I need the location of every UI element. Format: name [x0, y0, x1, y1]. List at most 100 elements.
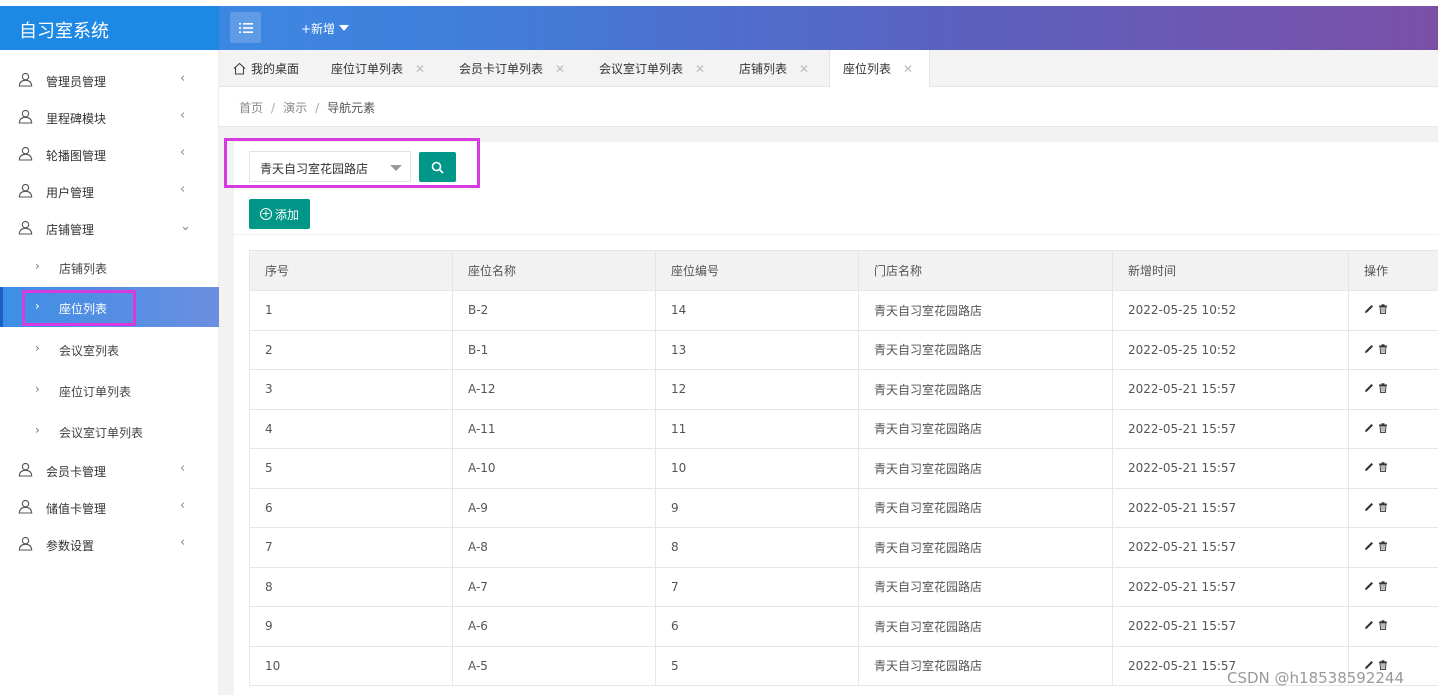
edit-icon[interactable]	[1364, 423, 1374, 433]
search-highlight-box	[224, 138, 480, 188]
sidebar-item-label: 用户管理	[46, 186, 95, 200]
logo-area: 自习室系统	[0, 6, 219, 50]
list-icon	[238, 22, 253, 33]
trash-icon[interactable]	[1378, 344, 1388, 354]
close-icon[interactable]: ✕	[799, 62, 809, 76]
table-row: 8 A-7 7 青天自习室花园路店 2022-05-21 15:57	[249, 566, 1438, 607]
sidebar-item[interactable]: 管理员管理 ‹	[0, 65, 219, 95]
tab[interactable]: 座位订单列表 ✕	[331, 50, 425, 87]
sidebar-item[interactable]: 轮播图管理 ‹	[0, 139, 219, 169]
watermark: CSDN @h18538592244	[1227, 669, 1405, 687]
actions-cell	[1348, 369, 1438, 410]
sidebar-item-label: 店铺管理	[46, 223, 95, 237]
user-icon	[18, 183, 33, 198]
add-new-dropdown[interactable]: +新增	[301, 20, 350, 37]
tab[interactable]: 座位列表 ✕	[829, 50, 930, 87]
table-row: 2 B-1 13 青天自习室花园路店 2022-05-25 10:52	[249, 329, 1438, 370]
chevron-left-icon: ‹	[180, 182, 186, 197]
sidebar-subitem[interactable]: › 会议室订单列表	[0, 416, 219, 446]
table-cell: 7	[249, 527, 453, 568]
edit-icon[interactable]	[1364, 304, 1374, 314]
close-icon[interactable]: ✕	[695, 62, 705, 76]
trash-icon[interactable]	[1378, 581, 1388, 591]
sidebar-item[interactable]: 储值卡管理 ‹	[0, 492, 219, 522]
trash-icon[interactable]	[1378, 462, 1388, 473]
tab-bar: 我的桌面 座位订单列表 ✕ 会员卡订单列表 ✕ 会议室订单列表 ✕ 店铺列表 ✕ 座位列表 ✕	[219, 50, 1438, 87]
edit-icon[interactable]	[1364, 620, 1374, 630]
table-cell: A-7	[452, 566, 656, 607]
edit-icon[interactable]	[1364, 581, 1374, 591]
sidebar-subitem-label: 座位订单列表	[59, 385, 132, 399]
chevron-left-icon: ‹	[180, 145, 186, 160]
table-cell: A-9	[452, 487, 656, 528]
close-icon[interactable]: ✕	[903, 62, 913, 76]
table-cell: 13	[655, 329, 859, 370]
chevron-left-icon: ‹	[180, 535, 186, 550]
table-row: 5 A-10 10 青天自习室花园路店 2022-05-21 15:57	[249, 448, 1438, 489]
breadcrumb-demo[interactable]: 演示	[283, 101, 307, 115]
table-row: 3 A-12 12 青天自习室花园路店 2022-05-21 15:57	[249, 369, 1438, 410]
table-cell: 青天自习室花园路店	[858, 645, 1113, 686]
table-row: 6 A-9 9 青天自习室花园路店 2022-05-21 15:57	[249, 487, 1438, 528]
tab[interactable]: 会员卡订单列表 ✕	[459, 50, 565, 87]
tab[interactable]: 会议室订单列表 ✕	[599, 50, 705, 87]
trash-icon[interactable]	[1378, 423, 1388, 433]
user-icon	[18, 462, 33, 477]
table-cell: A-11	[452, 408, 656, 449]
sidebar-subitem[interactable]: › 店铺列表	[0, 252, 219, 282]
edit-icon[interactable]	[1364, 502, 1374, 512]
edit-icon[interactable]	[1364, 344, 1374, 354]
tab[interactable]: 我的桌面	[233, 50, 299, 87]
sidebar-subitem[interactable]: › 会议室列表	[0, 334, 219, 364]
seat-table-container: 序号 座位名称 座位编号 门店名称 新增时间 操作 1 B-2 14 青天自习室花园路店 2022…	[249, 250, 1438, 686]
trash-icon[interactable]	[1378, 383, 1388, 394]
sidebar-item-label: 储值卡管理	[46, 502, 107, 516]
edit-icon[interactable]	[1364, 462, 1374, 472]
sidebar-item[interactable]: 参数设置 ‹	[0, 529, 219, 559]
table-header-row: 序号 座位名称 座位编号 门店名称 新增时间 操作	[249, 250, 1438, 291]
sidebar-item[interactable]: 里程碑模块 ‹	[0, 102, 219, 132]
user-icon	[18, 72, 33, 87]
close-icon[interactable]: ✕	[555, 62, 565, 76]
close-icon[interactable]: ✕	[415, 62, 425, 76]
edit-icon[interactable]	[1364, 383, 1374, 393]
table-cell: 1	[249, 290, 453, 331]
breadcrumb: 首页 / 演示 / 导航元素	[239, 101, 376, 115]
actions-cell	[1348, 487, 1438, 528]
add-button[interactable]: + 添加	[249, 199, 310, 229]
sidebar-item[interactable]: 会员卡管理 ‹	[0, 455, 219, 485]
trash-icon[interactable]	[1378, 502, 1388, 512]
app-title: 自习室系统	[19, 21, 109, 42]
user-icon	[18, 220, 33, 235]
active-indicator	[0, 287, 3, 327]
table-cell: 青天自习室花园路店	[858, 606, 1113, 647]
table-row: 4 A-11 11 青天自习室花园路店 2022-05-21 15:57	[249, 408, 1438, 449]
sidebar-item-label: 管理员管理	[46, 75, 107, 89]
actions-cell	[1348, 566, 1438, 607]
trash-icon[interactable]	[1378, 304, 1388, 315]
trash-icon[interactable]	[1378, 620, 1388, 631]
tab[interactable]: 店铺列表 ✕	[739, 50, 809, 87]
table-cell: 青天自习室花园路店	[858, 408, 1113, 449]
breadcrumb-home[interactable]: 首页	[239, 101, 263, 115]
table-cell: A-12	[452, 369, 656, 410]
column-header: 操作	[1348, 250, 1438, 291]
sidebar-subitem[interactable]: › 座位订单列表	[0, 375, 219, 405]
user-icon	[18, 536, 33, 551]
sidebar-subitem-label: 会议室订单列表	[59, 426, 144, 440]
sidebar-item[interactable]: 店铺管理 ⌄	[0, 213, 219, 243]
trash-icon[interactable]	[1378, 541, 1388, 552]
chevron-left-icon: ‹	[180, 461, 186, 476]
table-row: 1 B-2 14 青天自习室花园路店 2022-05-25 10:52	[249, 290, 1438, 331]
chevron-down-icon: ⌄	[180, 219, 191, 234]
column-header: 新增时间	[1112, 250, 1349, 291]
edit-icon[interactable]	[1364, 541, 1374, 551]
table-cell: 青天自习室花园路店	[858, 566, 1113, 607]
column-header: 座位名称	[452, 250, 656, 291]
menu-toggle-button[interactable]	[230, 12, 261, 43]
table-cell: 2022-05-21 15:57	[1112, 487, 1349, 528]
chevron-left-icon: ‹	[180, 71, 186, 86]
table-cell: A-5	[452, 645, 656, 686]
tab-label: 座位列表	[843, 62, 892, 76]
sidebar-item[interactable]: 用户管理 ‹	[0, 176, 219, 206]
